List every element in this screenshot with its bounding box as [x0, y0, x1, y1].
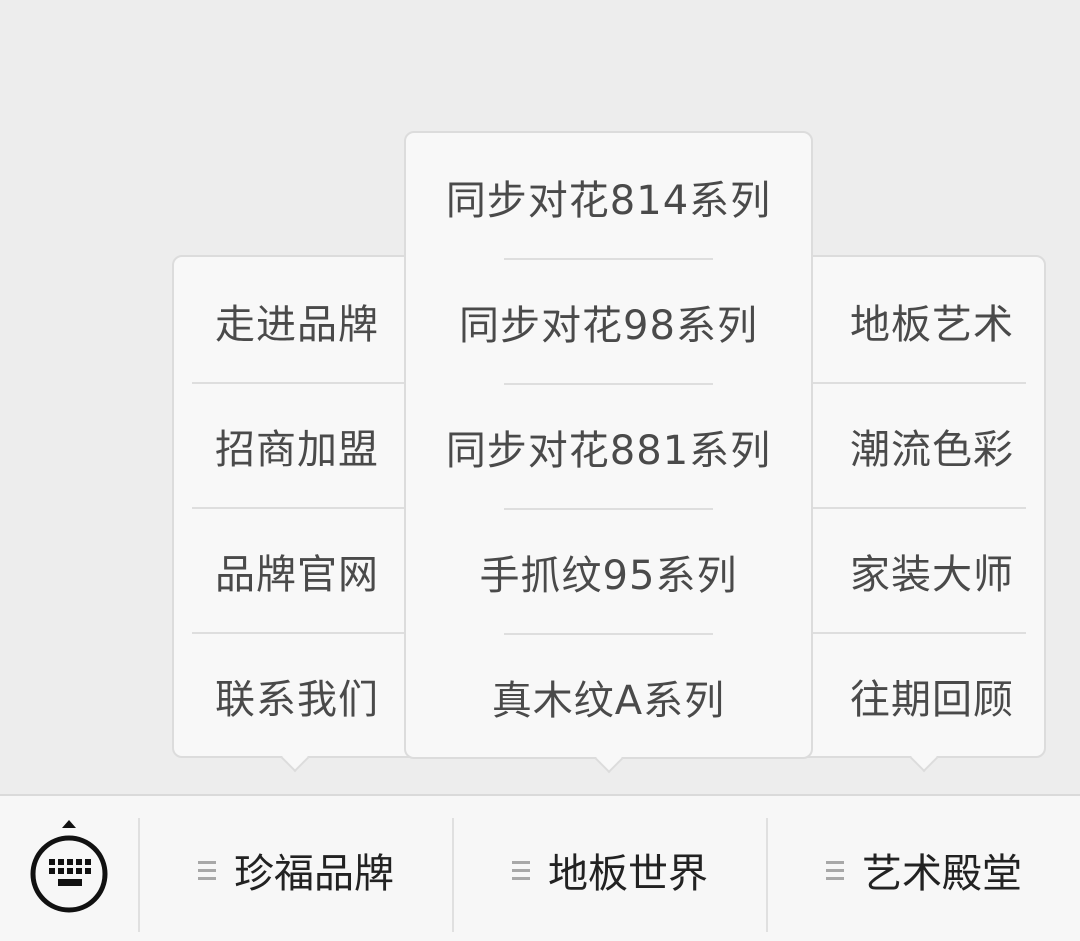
menu-lines-icon: [826, 860, 844, 880]
tab-floor-world[interactable]: 地板世界: [454, 796, 766, 941]
keyboard-toggle-button[interactable]: [28, 816, 110, 916]
tab-art-hall[interactable]: 艺术殿堂: [768, 796, 1080, 941]
submenu-item-brand-intro[interactable]: 走进品牌: [174, 259, 420, 383]
tab-brand-label: 珍福品牌: [234, 850, 394, 897]
submenu-item-trend-colors[interactable]: 潮流色彩: [820, 384, 1044, 508]
submenu-item-franchise[interactable]: 招商加盟: [174, 384, 420, 508]
keyboard-icon: [30, 820, 108, 913]
art-submenu: 地板艺术 潮流色彩 家装大师 往期回顾: [796, 255, 1046, 773]
menu-lines-icon: [198, 860, 216, 880]
submenu-item-decor-master[interactable]: 家装大师: [820, 509, 1044, 633]
tab-art-hall-label: 艺术殿堂: [862, 850, 1022, 897]
menu-lines-icon: [512, 860, 530, 880]
submenu-item-series-95[interactable]: 手抓纹95系列: [406, 510, 811, 634]
submenu-item-series-814[interactable]: 同步对花814系列: [406, 135, 811, 259]
submenu-item-series-a[interactable]: 真木纹A系列: [406, 635, 811, 759]
tab-brand[interactable]: 珍福品牌: [140, 796, 452, 941]
wechat-menu-screen: 走进品牌 招商加盟 品牌官网 联系我们 地板艺术 潮流色彩 家装大师 往期回顾 …: [0, 0, 1080, 941]
submenu-item-past-review[interactable]: 往期回顾: [820, 634, 1044, 758]
floor-submenu: 同步对花814系列 同步对花98系列 同步对花881系列 手抓纹95系列 真木纹…: [404, 131, 813, 774]
tab-floor-world-label: 地板世界: [548, 850, 708, 897]
submenu-item-official-site[interactable]: 品牌官网: [174, 509, 420, 633]
submenu-item-floor-art[interactable]: 地板艺术: [820, 259, 1044, 383]
submenu-item-series-881[interactable]: 同步对花881系列: [406, 385, 811, 509]
bottom-menu-bar: 珍福品牌 地板世界 艺术殿堂: [0, 794, 1080, 941]
brand-submenu: 走进品牌 招商加盟 品牌官网 联系我们: [172, 255, 422, 773]
submenu-item-series-98[interactable]: 同步对花98系列: [406, 260, 811, 384]
submenu-item-contact-us[interactable]: 联系我们: [174, 634, 420, 758]
